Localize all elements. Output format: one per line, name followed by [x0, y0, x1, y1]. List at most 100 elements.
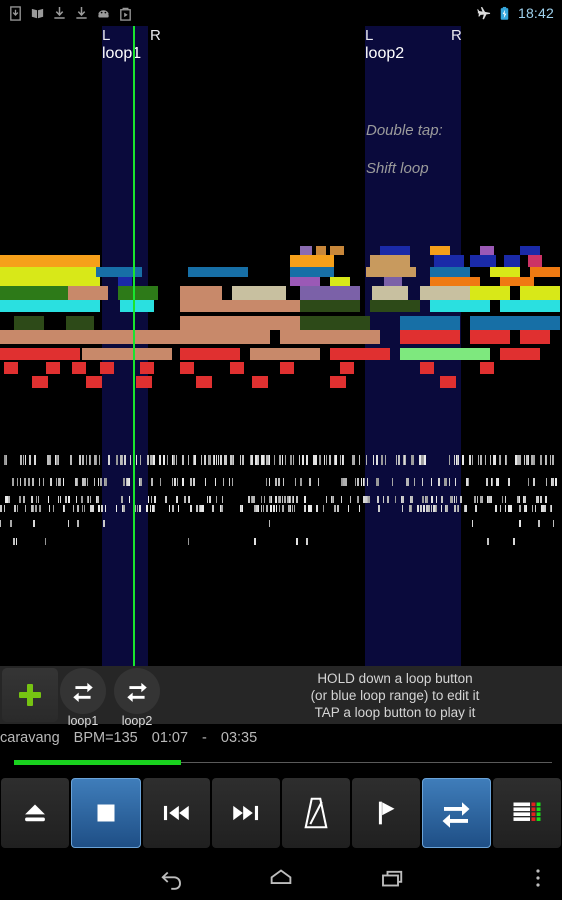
drum-tick: [395, 496, 396, 503]
drum-tick: [381, 455, 383, 465]
drum-tick: [428, 505, 430, 512]
drum-tick: [294, 505, 295, 512]
drum-tick: [359, 455, 360, 465]
eject-button[interactable]: [1, 778, 69, 848]
drum-tick: [449, 478, 450, 486]
drum-tick: [251, 496, 252, 503]
mixer-button[interactable]: [493, 778, 561, 848]
drum-tick: [544, 505, 546, 512]
drum-tick: [182, 478, 184, 486]
next-button[interactable]: [212, 778, 280, 848]
drum-tick: [378, 505, 380, 512]
drum-tick: [348, 505, 349, 512]
flag-icon: [378, 801, 395, 825]
loop1-play-button[interactable]: [60, 668, 106, 714]
drum-tick: [97, 496, 99, 503]
drum-tick: [546, 455, 547, 465]
note-block: [14, 316, 44, 330]
drum-tick: [519, 520, 521, 527]
drum-tick: [436, 505, 437, 512]
drum-tick: [496, 478, 498, 486]
drum-tick: [23, 496, 25, 503]
previous-button[interactable]: [142, 778, 211, 848]
drum-tick: [472, 455, 473, 465]
drum-tick: [25, 505, 26, 512]
drum-tick: [248, 496, 250, 503]
add-loop-button[interactable]: [2, 668, 58, 722]
drum-tick: [269, 520, 270, 527]
metronome-button[interactable]: [282, 778, 350, 848]
loop1-left-marker[interactable]: L: [102, 27, 110, 44]
drum-tick: [288, 505, 289, 512]
drum-tick: [240, 505, 241, 512]
note-block: [140, 362, 154, 374]
nav-back-button[interactable]: [135, 855, 205, 900]
drum-tick: [475, 505, 477, 512]
status-bar: 18:42: [0, 0, 562, 26]
drum-tick: [436, 496, 437, 503]
drum-tick: [456, 455, 457, 465]
seek-bar[interactable]: [14, 760, 552, 765]
drum-tick: [270, 505, 272, 512]
nav-recents-button[interactable]: [358, 855, 428, 900]
playhead-cursor[interactable]: [133, 26, 135, 666]
drum-tick: [458, 505, 459, 512]
airplane-mode-icon: [477, 6, 491, 19]
drum-tick: [136, 455, 137, 465]
drum-tick: [283, 478, 284, 486]
loop2-right-marker[interactable]: R: [451, 27, 462, 44]
drum-tick: [169, 505, 170, 512]
drum-tick: [278, 478, 280, 486]
double-tap-hint: Double tap:: [366, 122, 443, 139]
note-block: [230, 362, 244, 374]
transport-toolbar: [0, 778, 562, 848]
drum-tick: [50, 455, 51, 465]
loop2-left-marker[interactable]: L: [365, 27, 373, 44]
drum-tick: [124, 455, 126, 465]
drum-tick: [250, 455, 251, 465]
drum-tick: [398, 455, 400, 465]
note-block: [470, 286, 510, 300]
drum-tick: [282, 496, 283, 503]
drum-tick: [220, 455, 222, 465]
note-block: [252, 376, 268, 388]
note-block: [420, 286, 470, 300]
loop2-play-button[interactable]: [114, 668, 160, 714]
drum-tick: [53, 505, 54, 512]
nav-overflow-menu-button[interactable]: [514, 855, 562, 900]
drum-tick: [454, 455, 455, 465]
drum-tick: [121, 496, 123, 503]
drum-tick: [355, 478, 356, 486]
loop-instruction-line-1: HOLD down a loop button: [317, 670, 473, 686]
loop1-right-marker[interactable]: R: [150, 27, 161, 44]
drum-tick: [216, 496, 217, 503]
drum-tick: [480, 455, 482, 465]
drum-tick: [172, 505, 174, 512]
track-canvas[interactable]: L R loop1 L R loop2 Double tap: Shift lo…: [0, 26, 562, 666]
drum-tick: [271, 496, 272, 503]
drum-tick: [279, 505, 280, 512]
song-status-line: caravang BPM=135 01:07-03:35: [0, 730, 562, 750]
stop-button[interactable]: [70, 778, 141, 848]
note-block: [136, 376, 152, 388]
drum-tick: [129, 478, 130, 486]
note-block: [0, 286, 70, 300]
note-block: [250, 348, 320, 360]
drum-tick: [531, 455, 533, 465]
drum-tick: [205, 478, 206, 486]
note-block: [300, 286, 360, 300]
note-block: [520, 286, 560, 300]
next-icon: [233, 805, 259, 821]
download-icon-2: [76, 6, 87, 19]
nav-home-button[interactable]: [246, 855, 316, 900]
drum-tick: [148, 496, 149, 503]
drum-tick: [20, 478, 21, 486]
loop-range-loop1[interactable]: [102, 26, 148, 666]
drum-tick: [77, 520, 79, 527]
note-block: [280, 362, 294, 374]
drum-tick: [79, 455, 81, 465]
loop-button[interactable]: [421, 778, 492, 848]
marker-button[interactable]: [351, 778, 420, 848]
app-root: 18:42 L R loop1 L R loop2 Double tap: Sh…: [0, 0, 562, 900]
note-block: [470, 316, 520, 330]
